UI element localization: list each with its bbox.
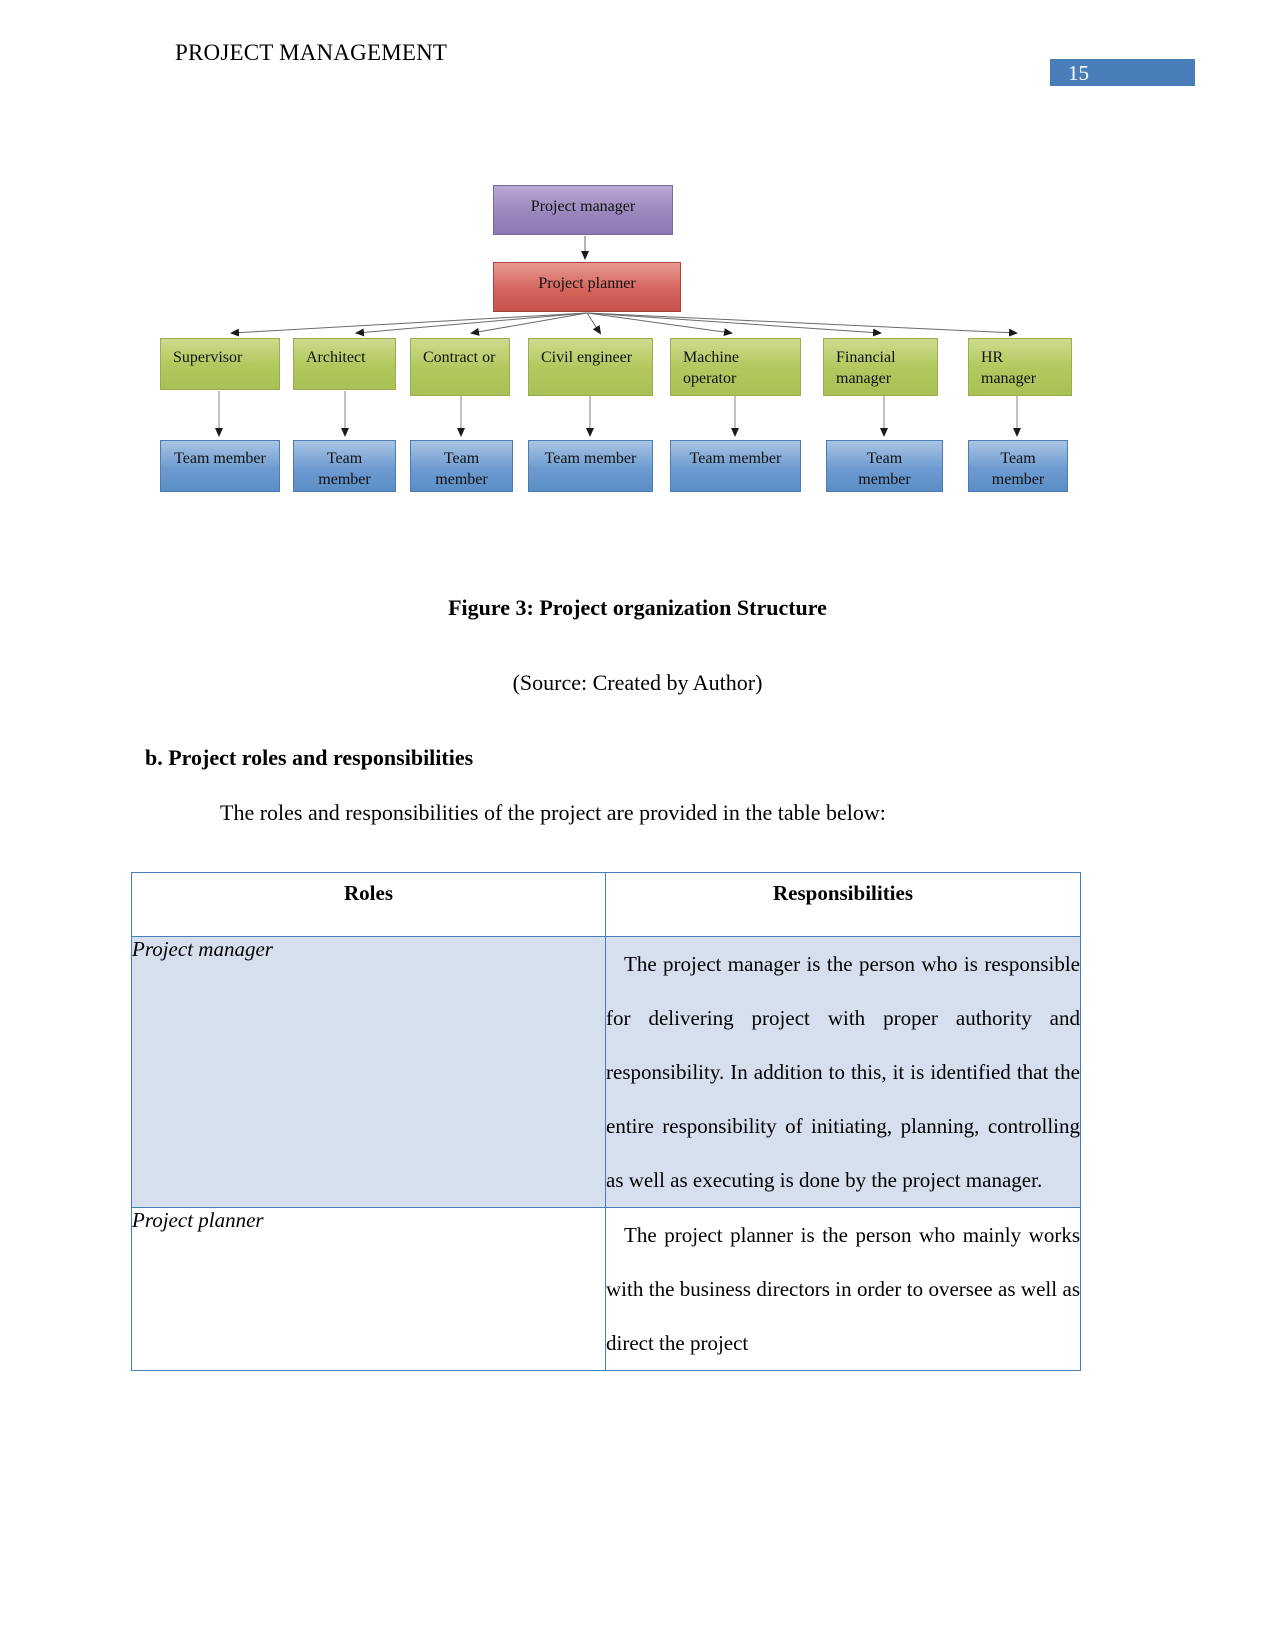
page-header: PROJECT MANAGEMENT 15 xyxy=(0,40,1275,90)
org-node-hr-manager: HR manager xyxy=(968,338,1072,396)
page-number-badge: 15 xyxy=(1050,59,1195,86)
intro-paragraph: The roles and responsibilities of the pr… xyxy=(220,800,886,825)
org-node-civil-engineer: Civil engineer xyxy=(528,338,653,396)
document-title: PROJECT MANAGEMENT xyxy=(175,40,448,65)
page-number: 15 xyxy=(1068,61,1089,85)
table-header-responsibilities: Responsibilities xyxy=(605,872,1081,937)
org-node-architect: Architect xyxy=(293,338,396,390)
table-header-roles: Roles xyxy=(131,872,606,937)
org-node-project-planner: Project planner xyxy=(493,262,681,312)
table-cell-responsibility: The project planner is the person who ma… xyxy=(605,1207,1081,1371)
org-node-financial-manager: Financial manager xyxy=(823,338,938,396)
org-node-team-member: Team member xyxy=(160,440,280,492)
table-header-row: Roles Responsibilities xyxy=(131,872,1081,937)
org-node-team-member: Team member xyxy=(968,440,1068,492)
figure-source: (Source: Created by Author) xyxy=(512,670,763,695)
org-node-team-member: Team member xyxy=(826,440,943,492)
org-node-contractor: Contract or xyxy=(410,338,510,396)
table-cell-role: Project manager xyxy=(131,936,606,1208)
roles-responsibilities-table: Roles Responsibilities Project manager T… xyxy=(131,872,1081,1371)
table-row: Project manager The project manager is t… xyxy=(131,936,1081,1208)
org-node-team-member: Team member xyxy=(528,440,653,492)
org-node-team-member: Team member xyxy=(410,440,513,492)
org-chart-figure: Project manager Project planner Supervis… xyxy=(0,130,1275,550)
table-cell-responsibility: The project manager is the person who is… xyxy=(605,936,1081,1208)
org-node-machine-operator: Machine operator xyxy=(670,338,801,396)
section-heading: b. Project roles and responsibilities xyxy=(145,745,474,770)
table-row: Project planner The project planner is t… xyxy=(131,1207,1081,1371)
org-node-team-member: Team member xyxy=(293,440,396,492)
org-node-supervisor: Supervisor xyxy=(160,338,280,390)
figure-caption: Figure 3: Project organization Structure xyxy=(448,595,827,620)
org-node-project-manager: Project manager xyxy=(493,185,673,235)
table-cell-role: Project planner xyxy=(131,1207,606,1371)
org-node-team-member: Team member xyxy=(670,440,801,492)
